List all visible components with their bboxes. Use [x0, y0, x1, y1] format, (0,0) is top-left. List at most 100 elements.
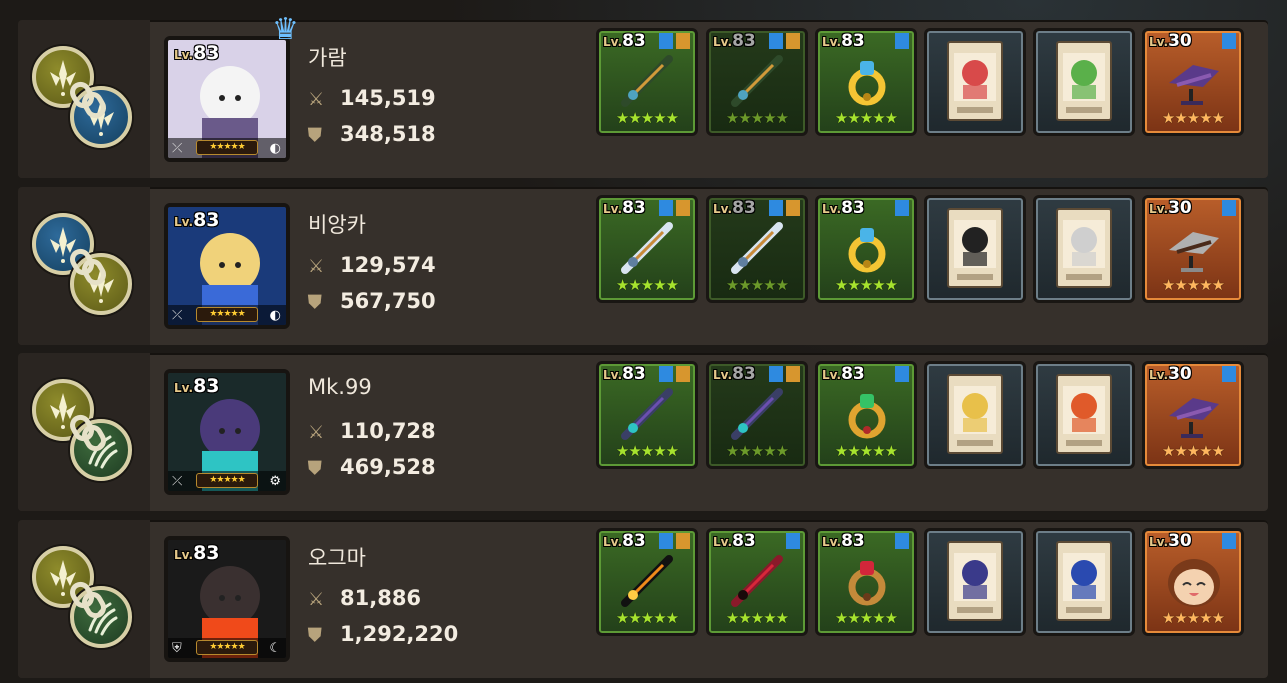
- bookmark-gold-icon: [676, 200, 690, 216]
- bookmark-blue-icon: [769, 366, 783, 382]
- equip-slot-weapon[interactable]: Lv.83 ★★★★★: [706, 195, 808, 303]
- slot-stars: ★★★★★: [834, 276, 898, 294]
- crossed-swords-icon: ⚔: [308, 589, 325, 610]
- slot-level: Lv.83: [603, 531, 646, 551]
- equip-slot-shield[interactable]: Lv.83 ★★★★★: [706, 528, 808, 636]
- bookmark-gold-icon: [786, 33, 800, 49]
- crossed-swords-icon: ⚔: [308, 422, 325, 443]
- slot-level: Lv.30: [1149, 198, 1192, 218]
- equip-slot-accessory[interactable]: Lv.83 ★★★★★: [815, 195, 917, 303]
- equip-slot-weapon[interactable]: Lv.83 ★★★★★: [596, 28, 698, 136]
- hero-stars: ★★★★★: [196, 640, 258, 655]
- bookmark-blue-icon: [1222, 200, 1236, 216]
- bookmark-gold-icon: [676, 533, 690, 549]
- bookmark-gold-icon: [786, 366, 800, 382]
- hero-row[interactable]: Lv.83 ⤫ ★★★★★ ◐ 비앙카 ⚔ 129,574 ⛊ 567,750 Lv.83 ★★★★…: [18, 187, 1268, 345]
- slot-level: Lv.83: [713, 31, 756, 51]
- defense-stat: ⛊ 469,528: [308, 455, 436, 479]
- slot-level: Lv.83: [822, 31, 865, 51]
- slot-stars: ★★★★★: [725, 276, 789, 294]
- chain-link-badge[interactable]: [32, 46, 142, 156]
- hero-name: 가람: [308, 46, 347, 70]
- chain-link-badge[interactable]: [32, 379, 142, 489]
- lady-card-icon: [947, 374, 1003, 454]
- equip-slot-card[interactable]: [1033, 195, 1135, 303]
- hero-portrait[interactable]: Lv.83 ⤫ ★★★★★ ◐: [164, 203, 290, 329]
- defense-stat: ⛊ 567,750: [308, 289, 436, 313]
- shield-icon: ⛨: [172, 641, 182, 656]
- slot-stars: ★★★★★: [725, 442, 789, 460]
- hero-row[interactable]: Lv.83 ⤫ ★★★★★ ◐ ♛ 가람 ⚔ 145,519 ⛊ 348,518 Lv.83 ★★★★…: [18, 12, 1268, 178]
- equip-slot-card[interactable]: [924, 195, 1026, 303]
- bookmark-blue-icon: [1222, 33, 1236, 49]
- attack-stat: ⚔ 129,574: [308, 253, 436, 277]
- equip-slot-card[interactable]: [1033, 361, 1135, 469]
- crown-icon: ♛: [272, 12, 299, 47]
- equip-slot-accessory[interactable]: Lv.83 ★★★★★: [815, 28, 917, 136]
- hero-card-icon: [947, 41, 1003, 121]
- attack-stat: ⚔ 145,519: [308, 86, 436, 110]
- slot-stars: ★★★★★: [834, 609, 898, 627]
- shield-icon: ⛊: [308, 625, 322, 646]
- crossed-swords-icon: ⚔: [308, 89, 325, 110]
- equip-slot-weapon[interactable]: Lv.83 ★★★★★: [706, 361, 808, 469]
- bookmark-gold-icon: [676, 366, 690, 382]
- hero-stars: ★★★★★: [196, 307, 258, 322]
- equip-slot-merch[interactable]: Lv.30 ★★★★★: [1142, 195, 1244, 303]
- hero-level: Lv.83: [174, 542, 220, 564]
- water-drop-icon: ◐: [269, 308, 281, 323]
- bookmark-blue-icon: [895, 33, 909, 49]
- slot-level: Lv.83: [713, 531, 756, 551]
- hero-level: Lv.83: [174, 375, 220, 397]
- demon-card-icon: [947, 541, 1003, 621]
- equip-slot-accessory[interactable]: Lv.83 ★★★★★: [815, 361, 917, 469]
- equip-slot-card[interactable]: [924, 528, 1026, 636]
- warrior-card-icon: [1056, 541, 1112, 621]
- hero-portrait[interactable]: Lv.83 ⤫ ★★★★★ ◐: [164, 36, 290, 162]
- equip-slot-weapon[interactable]: Lv.83 ★★★★★: [706, 28, 808, 136]
- bookmark-blue-icon: [659, 200, 673, 216]
- hero-stars: ★★★★★: [196, 140, 258, 155]
- equip-slot-merch[interactable]: Lv.30 ★★★★★: [1142, 528, 1244, 636]
- bow-icon: ⤫: [172, 141, 183, 156]
- bookmark-blue-icon: [895, 366, 909, 382]
- slot-level: Lv.83: [822, 531, 865, 551]
- hero-name: 비앙카: [308, 213, 366, 237]
- attack-stat: ⚔ 81,886: [308, 586, 422, 610]
- slot-level: Lv.83: [603, 31, 646, 51]
- equip-slot-merch[interactable]: Lv.30 ★★★★★: [1142, 28, 1244, 136]
- slot-stars: ★★★★★: [615, 442, 679, 460]
- equip-slot-accessory[interactable]: Lv.83 ★★★★★: [815, 528, 917, 636]
- equip-slot-merch[interactable]: Lv.30 ★★★★★: [1142, 361, 1244, 469]
- equip-slot-card[interactable]: [924, 28, 1026, 136]
- hero-row[interactable]: Lv.83 ⤫ ★★★★★ ⚙ Mk.99 ⚔ 110,728 ⛊ 469,528 Lv.83 ★★…: [18, 353, 1268, 511]
- defense-stat: ⛊ 348,518: [308, 122, 436, 146]
- equip-slot-weapon[interactable]: Lv.83 ★★★★★: [596, 361, 698, 469]
- slot-level: Lv.30: [1149, 31, 1192, 51]
- equip-slot-card[interactable]: [1033, 28, 1135, 136]
- equip-slot-weapon[interactable]: Lv.83 ★★★★★: [596, 195, 698, 303]
- hero-portrait[interactable]: Lv.83 ⛨ ★★★★★ ☾: [164, 536, 290, 662]
- slot-stars: ★★★★★: [834, 442, 898, 460]
- shield-icon: ⛊: [308, 292, 322, 313]
- equip-slot-card[interactable]: [924, 361, 1026, 469]
- equip-slot-weapon[interactable]: Lv.83 ★★★★★: [596, 528, 698, 636]
- elder-card-icon: [1056, 208, 1112, 288]
- slot-level: Lv.83: [822, 198, 865, 218]
- bookmark-gold-icon: [676, 33, 690, 49]
- bookmark-blue-icon: [1222, 533, 1236, 549]
- gear-icon: ⚙: [269, 474, 281, 489]
- shield-icon: ⛊: [308, 458, 322, 479]
- chain-link-badge[interactable]: [32, 213, 142, 323]
- attack-stat: ⚔ 110,728: [308, 419, 436, 443]
- chain-link-badge[interactable]: [32, 546, 142, 656]
- hero-portrait[interactable]: Lv.83 ⤫ ★★★★★ ⚙: [164, 369, 290, 495]
- slot-level: Lv.83: [713, 198, 756, 218]
- slot-stars: ★★★★★: [725, 609, 789, 627]
- bookmark-blue-icon: [769, 200, 783, 216]
- equip-slot-card[interactable]: [1033, 528, 1135, 636]
- slot-level: Lv.83: [603, 364, 646, 384]
- slot-stars: ★★★★★: [725, 109, 789, 127]
- bookmark-blue-icon: [895, 533, 909, 549]
- hero-row[interactable]: Lv.83 ⛨ ★★★★★ ☾ 오그마 ⚔ 81,886 ⛊ 1,292,220 Lv.83 ★★★…: [18, 520, 1268, 678]
